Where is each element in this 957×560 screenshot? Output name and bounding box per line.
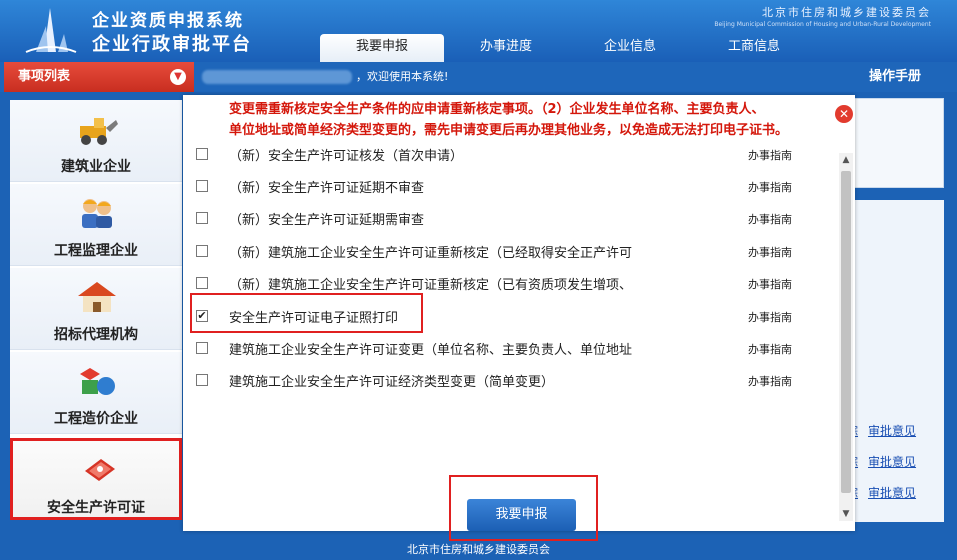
blocks-icon (80, 368, 115, 395)
sidebar-item-cost[interactable]: 工程造价企业 (10, 352, 182, 434)
tab-business-info[interactable]: 工商信息 (692, 34, 816, 62)
sidebar-item-label: 工程造价企业 (54, 411, 138, 427)
tab-progress[interactable]: 办事进度 (444, 34, 568, 62)
dialog-note-line1: 变更需重新核定安全生产条件的应申请重新核定事项。（2）企业发生单位名称、主要负责… (229, 102, 765, 117)
tab-apply[interactable]: 我要申报 (320, 34, 444, 62)
close-icon[interactable]: ✕ (835, 105, 853, 123)
checkbox[interactable] (196, 180, 208, 192)
item-label: 建筑施工企业安全生产许可证变更（单位名称、主要负责人、单位地址 (229, 343, 633, 358)
item-label: 建筑施工企业安全生产许可证经济类型变更（简单变更） (229, 375, 555, 390)
main-nav: 我要申报 办事进度 企业信息 工商信息 (320, 34, 816, 62)
scroll-thumb[interactable] (841, 171, 851, 493)
dialog-note-line2: 单位地址或简单经济类型变更的，需先申请变更后再办理其他业务，以免造成无法打印电子… (229, 123, 789, 138)
checkbox[interactable] (196, 277, 208, 289)
commission-brand: 北京市住房和城乡建设委员会 Beijing Municipal Commissi… (714, 4, 931, 28)
sidebar-item-construction[interactable]: 建筑业企业 (10, 100, 182, 182)
submit-button[interactable]: 我要申报 (467, 499, 576, 531)
scroll-up-icon[interactable]: ▲ (839, 153, 853, 167)
commission-name: 北京市住房和城乡建设委员会 (762, 6, 931, 19)
item-label: （新）安全生产许可证延期需审查 (229, 213, 425, 228)
construction-vehicle-icon (80, 118, 118, 145)
workers-icon (82, 199, 112, 228)
item-label: （新）安全生产许可证核发（首次申请） (229, 149, 464, 164)
tab-company-info[interactable]: 企业信息 (568, 34, 692, 62)
list-item[interactable]: （新）安全生产许可证延期需审查 办事指南 (195, 207, 815, 231)
sidebar-item-safety-license[interactable]: 安全生产许可证 (10, 438, 182, 520)
checkbox[interactable] (196, 342, 208, 354)
selected-item-highlight (190, 293, 423, 333)
table-row-links: 踪审批意见 (846, 422, 926, 439)
manual-link[interactable]: 操作手册 (869, 62, 921, 92)
house-icon (78, 282, 116, 312)
welcome-message: ，欢迎使用本系统! (202, 62, 448, 92)
chevron-down-icon[interactable]: ▼ (170, 69, 186, 85)
checkbox[interactable] (196, 212, 208, 224)
item-label: （新）安全生产许可证延期不审查 (229, 181, 425, 196)
list-item[interactable]: （新）安全生产许可证延期不审查 办事指南 (195, 175, 815, 199)
sidebar-item-label: 招标代理机构 (54, 327, 138, 343)
sidebar-item-label: 安全生产许可证 (47, 500, 145, 516)
sidebar-item-supervision[interactable]: 工程监理企业 (10, 184, 182, 266)
dialog-note: 变更需重新核定安全生产条件的应申请重新核定事项。（2）企业发生单位名称、主要负责… (229, 99, 841, 141)
app-header: 企业资质申报系统 企业行政审批平台 北京市住房和城乡建设委员会 Beijing … (0, 0, 957, 62)
opinion-link[interactable]: 审批意见 (868, 486, 916, 500)
app-title-line1: 企业资质申报系统 (92, 11, 244, 31)
checkbox[interactable] (196, 148, 208, 160)
commission-english: Beijing Municipal Commission of Housing … (714, 21, 931, 28)
guide-link[interactable]: 办事指南 (748, 276, 792, 292)
list-item[interactable]: 建筑施工企业安全生产许可证经济类型变更（简单变更） 办事指南 (195, 369, 815, 393)
item-list-label: 事项列表 (18, 69, 71, 84)
list-item[interactable]: （新）安全生产许可证核发（首次申请） 办事指南 (195, 143, 815, 167)
guide-link[interactable]: 办事指南 (748, 147, 792, 163)
certificate-icon (85, 459, 115, 481)
table-row-links: 踪审批意见 (846, 484, 926, 501)
guide-link[interactable]: 办事指南 (748, 211, 792, 227)
item-label: （新）建筑施工企业安全生产许可证重新核定（已经取得安全正产许可 (229, 246, 633, 261)
guide-link[interactable]: 办事指南 (748, 373, 792, 389)
opinion-link[interactable]: 审批意见 (868, 455, 916, 469)
sidebar: 建筑业企业 工程监理企业 招标代理机构 工程造价企业 安全生产许可证 (10, 100, 182, 520)
scrollbar[interactable]: ▲ ▼ (839, 153, 853, 521)
opinion-link[interactable]: 审批意见 (868, 424, 916, 438)
sidebar-item-label: 工程监理企业 (54, 243, 138, 259)
guide-link[interactable]: 办事指南 (748, 309, 792, 325)
guide-link[interactable]: 办事指南 (748, 244, 792, 260)
welcome-text: ，欢迎使用本系统! (356, 70, 449, 83)
redacted-username (202, 70, 352, 84)
footer: 北京市住房和城乡建设委员会 (407, 543, 550, 556)
guide-link[interactable]: 办事指南 (748, 341, 792, 357)
scroll-down-icon[interactable]: ▼ (839, 507, 853, 521)
list-item[interactable]: 建筑施工企业安全生产许可证变更（单位名称、主要负责人、单位地址 办事指南 (195, 337, 815, 361)
app-title-line2: 企业行政审批平台 (92, 34, 252, 55)
sub-bar: 事项列表 ▼ ，欢迎使用本系统! 操作手册 (0, 62, 957, 92)
logo-icon (25, 8, 77, 53)
list-item[interactable]: （新）建筑施工企业安全生产许可证重新核定（已经取得安全正产许可 办事指南 (195, 240, 815, 264)
guide-link[interactable]: 办事指南 (748, 179, 792, 195)
sidebar-item-bidding[interactable]: 招标代理机构 (10, 268, 182, 350)
sidebar-item-label: 建筑业企业 (61, 159, 131, 175)
checkbox[interactable] (196, 374, 208, 386)
table-row-links: 踪审批意见 (846, 453, 926, 470)
item-label: （新）建筑施工企业安全生产许可证重新核定（已有资质项发生增项、 (229, 278, 633, 293)
checkbox[interactable] (196, 245, 208, 257)
item-list-menu[interactable]: 事项列表 ▼ (4, 62, 194, 92)
